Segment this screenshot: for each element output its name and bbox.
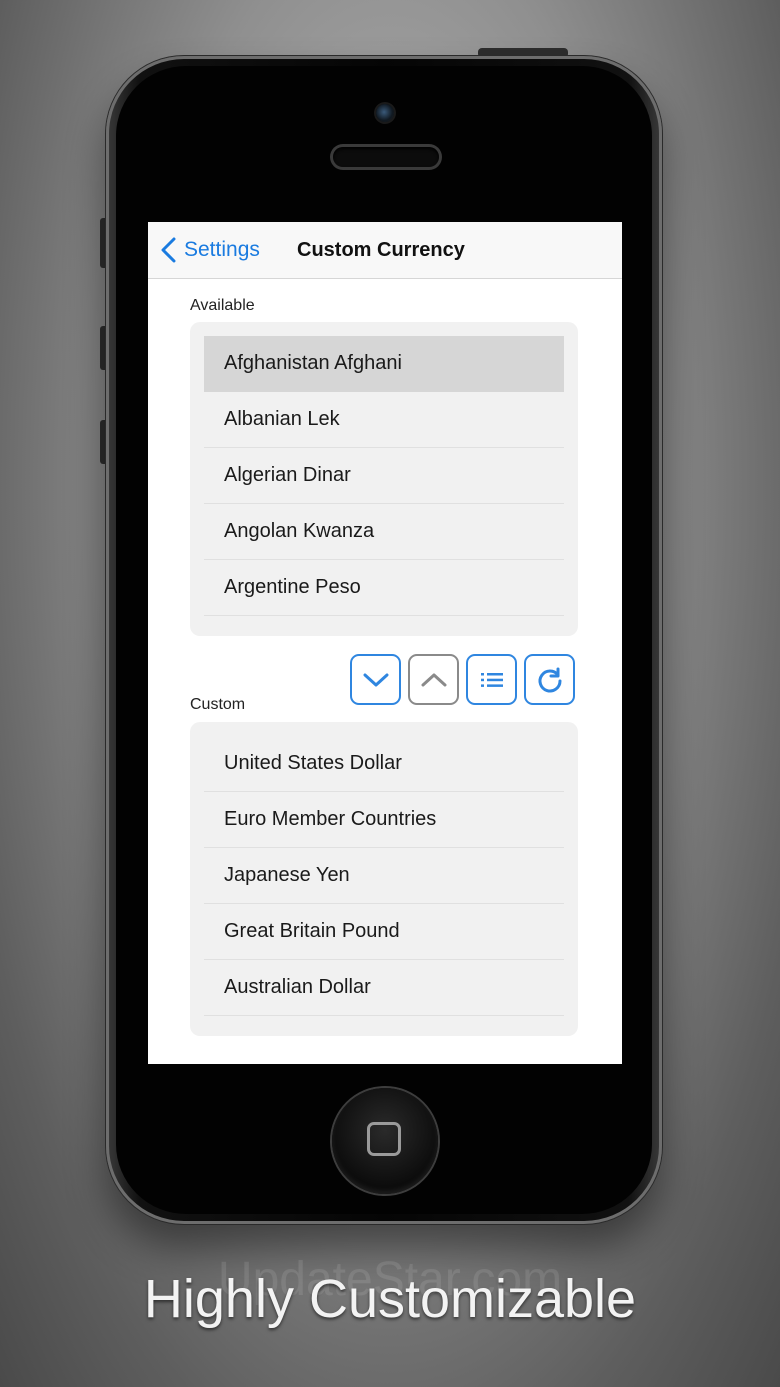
refresh-button[interactable] [524,654,575,705]
chevron-down-icon [363,673,388,686]
list-item[interactable]: Albanian Lek [204,392,564,448]
page-title: Custom Currency [297,239,465,261]
back-button-label: Settings [184,238,260,261]
move-up-button[interactable] [408,654,459,705]
list-item[interactable]: Algerian Dinar [204,448,564,504]
reorder-toolbar [350,654,575,705]
list-item[interactable]: Euro Member Countries [204,792,564,848]
custom-currency-list[interactable]: United States Dollar Euro Member Countri… [190,722,578,1036]
earpiece-speaker [333,147,439,167]
chevron-up-icon [421,673,446,686]
refresh-icon [538,667,561,692]
list-icon [480,672,503,687]
custom-section-label: Custom [190,696,246,713]
list-item[interactable]: Australian Dollar [204,960,564,1016]
available-currency-list[interactable]: Afghanistan Afghani Albanian Lek Algeria… [190,322,578,636]
list-item[interactable]: Argentine Peso [204,560,564,616]
home-square-icon [367,1122,401,1156]
move-down-button[interactable] [350,654,401,705]
tagline: Highly Customizable [143,1269,637,1329]
chevron-left-icon [161,237,176,263]
list-item[interactable]: Japanese Yen [204,848,564,904]
list-item[interactable]: Afghanistan Afghani [204,336,564,392]
list-item[interactable]: Great Britain Pound [204,904,564,960]
app-screen: Settings Custom Currency Available Afgha… [148,222,622,1064]
list-button[interactable] [466,654,517,705]
front-camera [376,104,394,122]
home-button[interactable] [332,1088,438,1194]
list-item[interactable]: Angolan Kwanza [204,504,564,560]
navigation-bar: Settings Custom Currency [148,222,622,279]
back-button[interactable]: Settings [158,236,260,264]
list-item[interactable]: United States Dollar [204,736,564,792]
available-section-label: Available [190,297,255,314]
